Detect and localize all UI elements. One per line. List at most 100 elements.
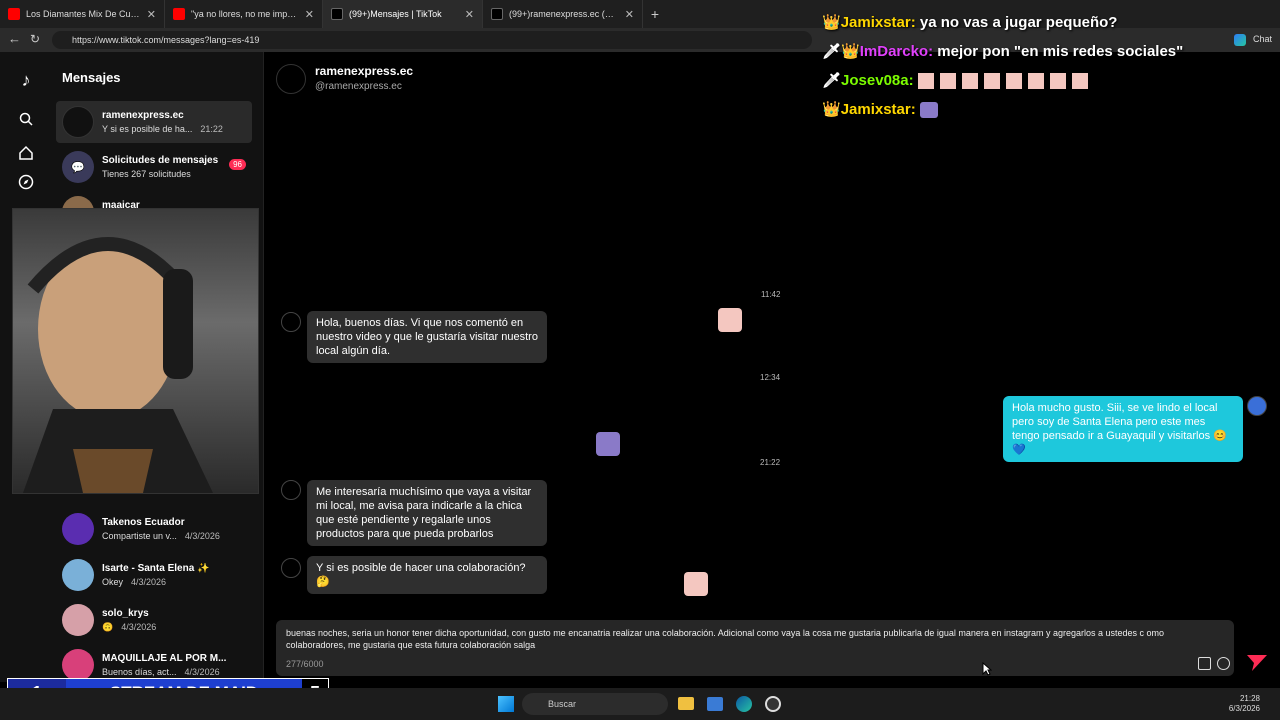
- tiktok-icon: [491, 8, 503, 20]
- back-icon[interactable]: ←: [8, 32, 21, 46]
- obs-icon[interactable]: [765, 696, 781, 712]
- sender-avatar: [281, 480, 301, 500]
- browser-tab-active[interactable]: (99+)Mensajes | TikTok ✕: [323, 0, 483, 28]
- conversation-name: Isarte - Santa Elena ✨: [102, 563, 210, 574]
- chat-panel: ramenexpress.ec @ramenexpress.ec 11:42 H…: [264, 52, 1280, 682]
- conversation-item[interactable]: Takenos Ecuador Compartiste un v... 4/3/2…: [56, 508, 252, 550]
- send-icon[interactable]: [1246, 654, 1268, 672]
- conversation-name: Solicitudes de mensajes: [102, 155, 219, 166]
- message-timestamp: 21:22: [760, 458, 781, 467]
- conversation-preview: Y si es posible de ha... 21:22: [102, 124, 223, 134]
- incoming-message: Y si es posible de hacer una colaboració…: [307, 556, 547, 594]
- browser-tab[interactable]: Los Diamantes Mix De Cumbi ✕: [0, 0, 165, 28]
- chat-message: mejor pon "en mis redes sociales": [937, 43, 1184, 60]
- messages-title: Mensajes: [62, 70, 121, 85]
- sticker: [718, 308, 742, 332]
- avatar: [62, 513, 94, 545]
- edge-icon[interactable]: [736, 696, 752, 712]
- conversation-name: MAQUILLAJE AL POR M...: [102, 653, 227, 664]
- tab-title: Los Diamantes Mix De Cumbi: [26, 9, 141, 19]
- chat-username: Jamixstar:: [840, 14, 916, 31]
- mouse-cursor-icon: [982, 662, 992, 676]
- taskbar-clock[interactable]: 21:28 6/3/2026: [1229, 694, 1260, 714]
- clock-date: 6/3/2026: [1228, 704, 1260, 713]
- conversation-preview: Compartiste un v... 4/3/2026: [102, 531, 220, 541]
- sticker: [684, 572, 708, 596]
- tab-title: "ya no llores, no me importa tu pa: [191, 9, 299, 19]
- sticker: [596, 432, 620, 456]
- stream-chat-line: 🗡👑ImDarcko: mejor pon "en mis redes soci…: [822, 42, 1183, 60]
- chat-message: ya no vas a jugar pequeño?: [919, 14, 1118, 31]
- incoming-message: Hola, buenos días. Vi que nos comentó en…: [307, 311, 547, 363]
- file-explorer-icon[interactable]: [678, 697, 694, 710]
- chat-button[interactable]: Chat: [1253, 34, 1272, 44]
- message-input-text[interactable]: buenas noches, seria un honor tener dich…: [286, 627, 1216, 651]
- chat-username: Josev08a:: [841, 72, 914, 89]
- stream-chat-line: 👑Jamixstar: ya no vas a jugar pequeño?: [822, 13, 1117, 31]
- browser-tab[interactable]: (99+)ramenexpress.ec (@ramenex ✕: [483, 0, 643, 28]
- message-requests-icon: 💬: [62, 151, 94, 183]
- home-icon[interactable]: [14, 141, 38, 165]
- explore-icon[interactable]: [14, 170, 38, 194]
- conversation-preview: Tienes 267 solicitudes: [102, 169, 191, 179]
- close-icon[interactable]: ✕: [305, 8, 314, 21]
- avatar: [62, 106, 94, 138]
- incoming-message: Me interesaría muchísimo que vaya a visi…: [307, 480, 547, 546]
- tiktok-logo-icon[interactable]: ♪: [14, 68, 38, 92]
- tab-title: (99+)Mensajes | TikTok: [349, 9, 442, 19]
- sword-icon: 🗡: [822, 72, 842, 89]
- emote: [919, 102, 938, 119]
- store-icon[interactable]: [707, 697, 723, 711]
- sender-avatar: [281, 558, 301, 578]
- streamer-silhouette: [23, 237, 213, 493]
- new-tab-button[interactable]: +: [643, 6, 667, 22]
- close-icon[interactable]: ✕: [147, 8, 156, 21]
- close-icon[interactable]: ✕: [465, 8, 474, 21]
- tab-title: (99+)ramenexpress.ec (@ramenex: [509, 9, 619, 19]
- badge-icon: 🗡👑: [822, 43, 860, 60]
- image-icon[interactable]: [1198, 657, 1211, 670]
- close-icon[interactable]: ✕: [625, 8, 634, 21]
- chat-username: ImDarcko:: [859, 43, 934, 60]
- outgoing-message: Hola mucho gusto. Siii, se ve lindo el l…: [1003, 396, 1243, 462]
- message-timestamp: 12:34: [760, 373, 781, 382]
- search-icon[interactable]: [14, 107, 38, 131]
- windows-start-icon[interactable]: [498, 696, 514, 712]
- crown-icon: 👑: [822, 14, 841, 31]
- conversation-item[interactable]: Isarte - Santa Elena ✨ Okey 4/3/2026: [56, 554, 252, 596]
- unread-badge: 96: [229, 159, 246, 170]
- conversation-name: Takenos Ecuador: [102, 517, 185, 528]
- character-count: 277/6000: [286, 659, 324, 669]
- conversation-preview: Okey 4/3/2026: [102, 577, 167, 587]
- user-avatar: [1247, 396, 1267, 416]
- conversation-name: solo_krys: [102, 608, 149, 619]
- conversation-preview: Buenos días, act... 4/3/2026: [102, 667, 220, 677]
- stream-chat-line: 👑Jamixstar:: [822, 100, 938, 119]
- sender-avatar: [281, 312, 301, 332]
- conversation-name: ramenexpress.ec: [102, 110, 184, 121]
- tiktok-icon: [331, 8, 343, 20]
- refresh-icon[interactable]: ↻: [30, 32, 40, 46]
- conversation-item[interactable]: ramenexpress.ec Y si es posible de ha...…: [56, 101, 252, 143]
- emoji-icon[interactable]: [1217, 657, 1230, 670]
- avatar: [62, 559, 94, 591]
- conversation-preview: 🙃 4/3/2026: [102, 622, 157, 632]
- chat-contact-handle: @ramenexpress.ec: [315, 81, 402, 92]
- copilot-icon[interactable]: [1234, 34, 1246, 46]
- chat-contact-name[interactable]: ramenexpress.ec: [315, 64, 413, 78]
- stream-chat-line: 🗡Josev08a:: [822, 71, 1094, 90]
- avatar: [62, 604, 94, 636]
- chat-avatar[interactable]: [276, 64, 306, 94]
- youtube-icon: [173, 8, 185, 20]
- browser-tab[interactable]: "ya no llores, no me importa tu pa ✕: [165, 0, 323, 28]
- conversation-item[interactable]: solo_krys 🙃 4/3/2026: [56, 599, 252, 641]
- windows-taskbar: Buscar 21:28 6/3/2026: [0, 688, 1280, 720]
- webcam-overlay: [12, 208, 259, 494]
- url-field[interactable]: https://www.tiktok.com/messages?lang=es-…: [52, 31, 812, 49]
- conversation-item[interactable]: 💬 Solicitudes de mensajes Tienes 267 sol…: [56, 146, 252, 188]
- crown-icon: 👑: [822, 101, 841, 118]
- message-input[interactable]: buenas noches, seria un honor tener dich…: [276, 620, 1234, 676]
- conversation-item[interactable]: maaicar: [56, 191, 252, 209]
- taskbar-search[interactable]: Buscar: [522, 693, 668, 715]
- message-timestamp: 11:42: [761, 290, 781, 299]
